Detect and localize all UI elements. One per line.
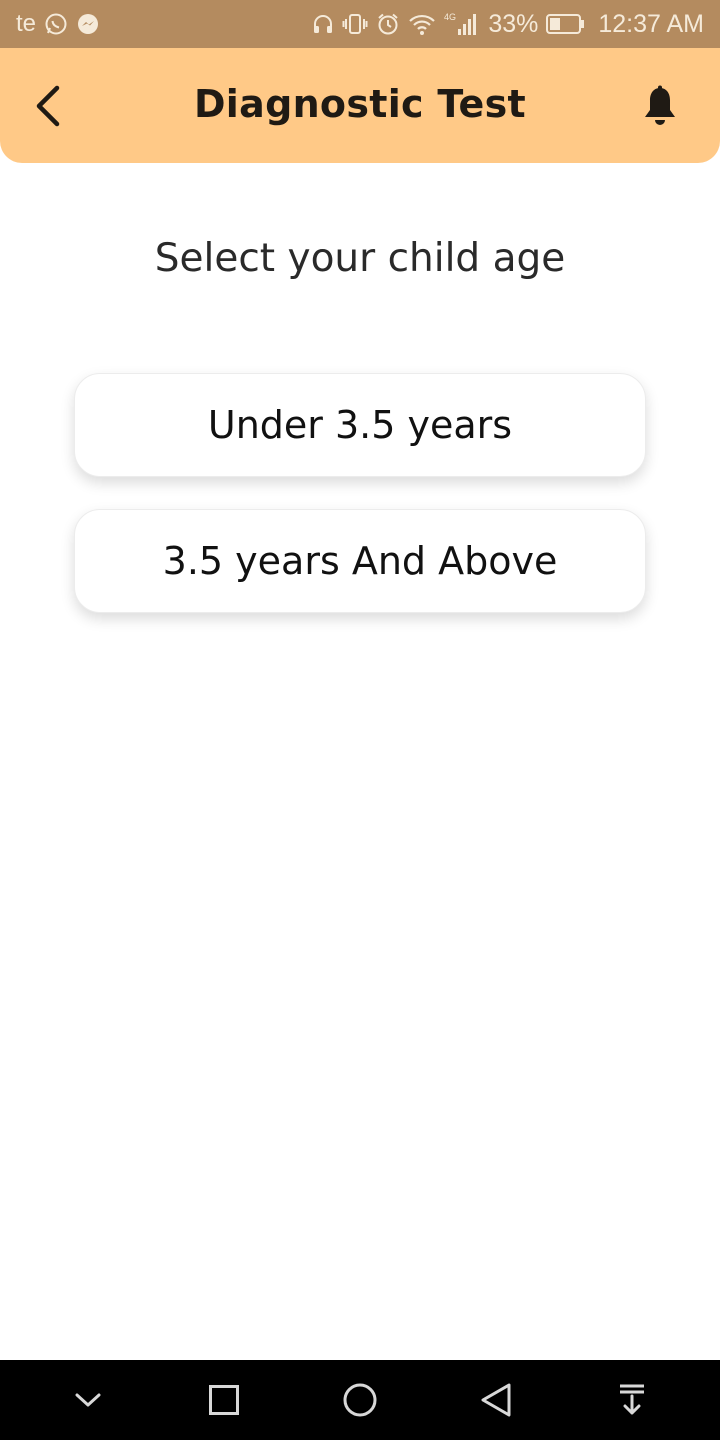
battery-icon bbox=[546, 13, 586, 35]
carrier-label: te bbox=[16, 10, 37, 37]
chevron-down-icon bbox=[75, 1393, 101, 1407]
system-nav-bar bbox=[0, 1360, 720, 1440]
clock: 12:37 AM bbox=[598, 9, 704, 38]
square-icon bbox=[209, 1385, 239, 1415]
alarm-icon bbox=[376, 12, 400, 36]
app-header: Diagnostic Test bbox=[0, 48, 720, 163]
whatsapp-icon bbox=[44, 12, 68, 36]
circle-icon bbox=[343, 1383, 377, 1417]
triangle-back-icon bbox=[481, 1383, 511, 1417]
back-nav-button[interactable] bbox=[466, 1370, 526, 1430]
option-under-3-5-years[interactable]: Under 3.5 years bbox=[74, 373, 646, 477]
collapse-button[interactable] bbox=[58, 1370, 118, 1430]
status-bar: te 4G 33% 12:37 AM bbox=[0, 0, 720, 48]
home-button[interactable] bbox=[330, 1370, 390, 1430]
age-prompt: Select your child age bbox=[154, 236, 566, 281]
headset-icon bbox=[312, 13, 334, 35]
pull-down-icon bbox=[620, 1384, 644, 1415]
status-left: te bbox=[16, 10, 100, 38]
network-type-label: 4G bbox=[444, 12, 456, 22]
option-3-5-years-and-above[interactable]: 3.5 years And Above bbox=[74, 509, 646, 613]
signal-icon: 4G bbox=[444, 11, 480, 37]
notification-pull-button[interactable] bbox=[602, 1370, 662, 1430]
messenger-icon bbox=[76, 12, 100, 36]
battery-percent: 33% bbox=[488, 9, 539, 38]
notifications-button[interactable] bbox=[638, 82, 682, 130]
status-right: 4G 33% 12:37 AM bbox=[312, 10, 704, 39]
bell-icon bbox=[645, 85, 675, 125]
vibrate-icon bbox=[342, 12, 368, 36]
recents-button[interactable] bbox=[194, 1370, 254, 1430]
page-title: Diagnostic Test bbox=[193, 82, 527, 126]
wifi-icon bbox=[408, 12, 436, 36]
